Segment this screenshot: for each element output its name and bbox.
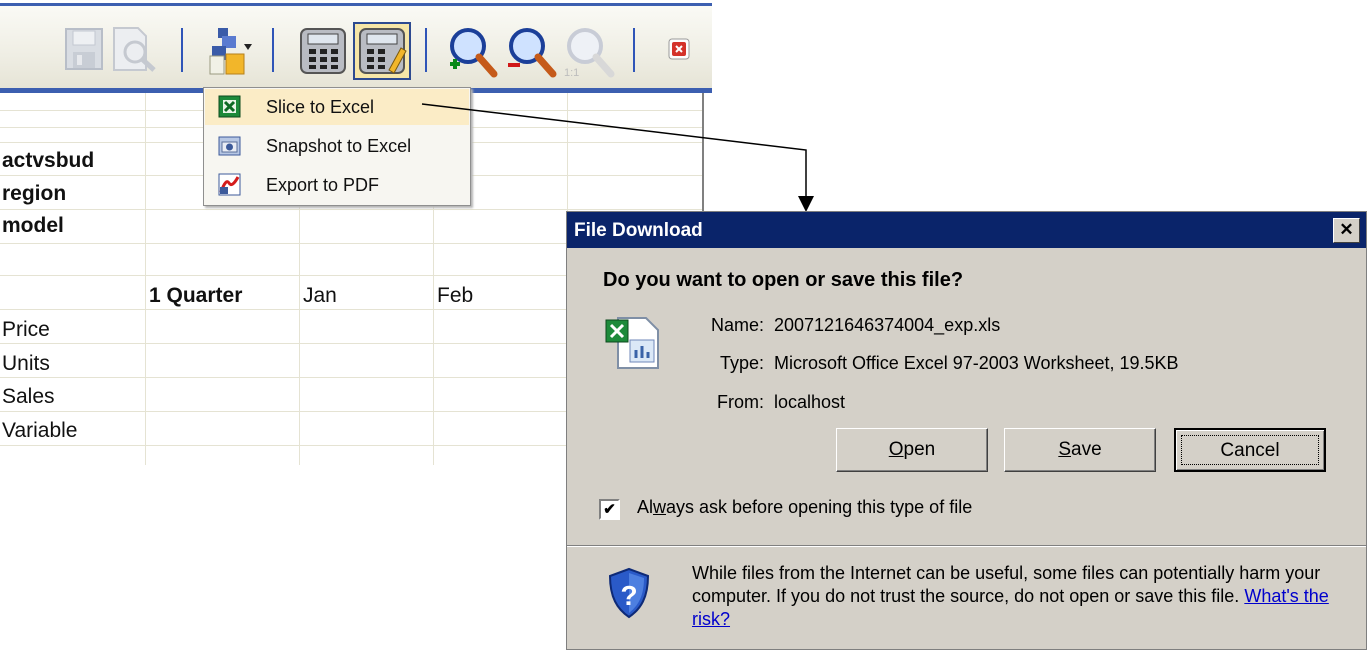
save-button[interactable]: Save	[1004, 428, 1156, 472]
save-button-label: Save	[1058, 439, 1102, 460]
cancel-focus-ring: Cancel	[1181, 435, 1319, 465]
warning-text: While files from the Internet can be use…	[692, 563, 1321, 606]
security-warning: While files from the Internet can be use…	[692, 562, 1352, 631]
cancel-button[interactable]: Cancel	[1174, 428, 1326, 472]
open-button[interactable]: Open	[836, 428, 988, 472]
file-type-value: Microsoft Office Excel 97-2003 Worksheet…	[774, 353, 1179, 373]
dialog-close-button[interactable]: ✕	[1333, 218, 1360, 243]
dialog-question: Do you want to open or save this file?	[603, 269, 964, 291]
open-button-label: Open	[888, 439, 936, 460]
cancel-button-label: Cancel	[1220, 440, 1280, 461]
dialog-divider-highlight	[567, 546, 1366, 547]
file-type-label: Type:	[719, 353, 764, 373]
file-name-label: Name:	[710, 315, 764, 335]
excel-file-icon	[605, 317, 659, 369]
always-ask-label[interactable]: Always ask before opening this type of f…	[637, 497, 972, 518]
dialog-title: File Download	[574, 220, 703, 241]
check-mark-icon: ✔	[603, 501, 616, 518]
file-from-label: From:	[717, 392, 764, 412]
always-ask-checkbox[interactable]: ✔	[599, 499, 620, 520]
svg-text:?: ?	[620, 580, 637, 611]
dialog-titlebar[interactable]: File Download ✕	[567, 212, 1366, 248]
file-from-value: localhost	[774, 392, 846, 412]
security-shield-icon: ?	[608, 567, 650, 619]
file-download-dialog: File Download ✕ Do you want to open or s…	[566, 211, 1367, 650]
file-name-value: 2007121646374004_exp.xls	[774, 315, 1001, 335]
